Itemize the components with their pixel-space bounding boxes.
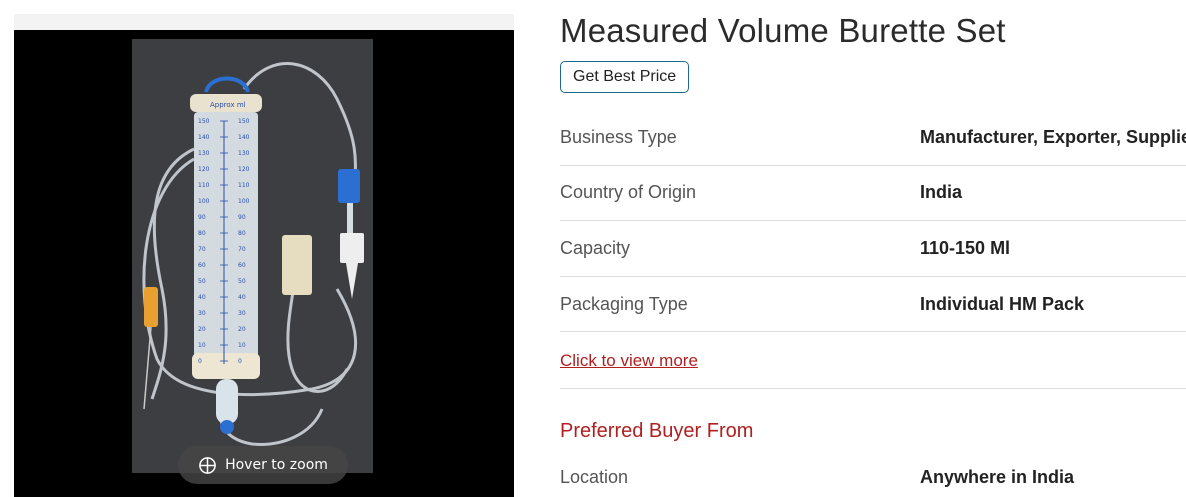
scale-label-left: 0	[198, 358, 202, 365]
scale-label-right: 70	[238, 246, 246, 253]
scale-label-right: 40	[238, 294, 246, 301]
scale-label-left: 130	[198, 150, 210, 157]
scale-label-right: 80	[238, 230, 246, 237]
scale-label-left: 40	[198, 294, 206, 301]
spec-value: India	[920, 182, 963, 203]
get-best-price-button[interactable]: Get Best Price	[560, 61, 690, 93]
scale-label-left: 110	[198, 182, 210, 189]
scale-label-right: 20	[238, 326, 246, 333]
spec-label: Capacity	[560, 237, 631, 258]
preferred-buyer-heading: Preferred Buyer From	[560, 420, 754, 442]
scale-label-right: 120	[238, 166, 250, 173]
scale-label-right: 150	[238, 118, 250, 125]
scale-label-right: 50	[238, 278, 246, 285]
scale-label-left: 70	[198, 246, 206, 253]
scale-label-right: 10	[238, 342, 246, 349]
burette-header-text: Approx ml	[210, 101, 246, 109]
scale-label-left: 90	[198, 214, 206, 221]
scale-label-right: 100	[238, 198, 250, 205]
spec-label: Country of Origin	[560, 182, 697, 203]
scale-label-left: 80	[198, 230, 206, 237]
spec-row-capacity: Capacity 110-150 Ml	[560, 221, 1186, 277]
scale-label-left: 50	[198, 278, 206, 285]
spec-row-packaging-type: Packaging Type Individual HM Pack	[560, 277, 1186, 333]
location-label: Location	[560, 466, 629, 487]
spec-value: 110-150 Ml	[920, 237, 1011, 258]
zoom-hint-label: Hover to zoom	[225, 457, 328, 473]
scale-label-left: 100	[198, 198, 210, 205]
scale-label-left: 10	[198, 342, 206, 349]
scale-label-right: 140	[238, 134, 250, 141]
product-image-gallery[interactable]: 150 150 140 140 130 130 120 120 110 110 100 100 90 90…	[14, 30, 514, 497]
scale-label-left: 30	[198, 310, 206, 317]
scale-label-right: 60	[238, 262, 246, 269]
spec-row-country-of-origin: Country of Origin India	[560, 166, 1186, 222]
spec-label: Business Type	[560, 126, 677, 147]
product-title: Measured Volume Burette Set	[560, 12, 1006, 49]
product-photo[interactable]: 150 150140 140130 130120 120110 110100 10090 90…	[132, 39, 373, 473]
scale-label-right: 30	[238, 310, 246, 317]
scale-label-left: 150	[198, 118, 210, 125]
view-more-row: Click to view more	[560, 333, 1186, 389]
spec-value: Individual HM Pack	[920, 293, 1085, 314]
scale-label-right: 0	[238, 358, 242, 365]
scale-label-left: 60	[198, 262, 206, 269]
hover-to-zoom-hint: Hover to zoom	[178, 446, 348, 484]
scale-label-left: 120	[198, 166, 210, 173]
spec-label: Packaging Type	[560, 293, 688, 314]
location-value: Anywhere in India	[920, 466, 1075, 487]
location-row: Location Anywhere in India	[560, 462, 1186, 492]
scale-label-left: 140	[198, 134, 210, 141]
gallery-top-strip	[14, 14, 514, 30]
zoom-crosshair-icon	[199, 456, 216, 474]
view-more-link[interactable]: Click to view more	[560, 351, 698, 371]
scale-label-right: 130	[238, 150, 250, 157]
scale-label-right: 110	[238, 182, 250, 189]
scale-label-left: 20	[198, 326, 206, 333]
spec-row-business-type: Business Type Manufacturer, Exporter, Su…	[560, 110, 1186, 166]
spec-value: Manufacturer, Exporter, Supplier	[920, 126, 1186, 147]
spec-table: Business Type Manufacturer, Exporter, Su…	[560, 110, 1186, 333]
scale-label-right: 90	[238, 214, 246, 221]
